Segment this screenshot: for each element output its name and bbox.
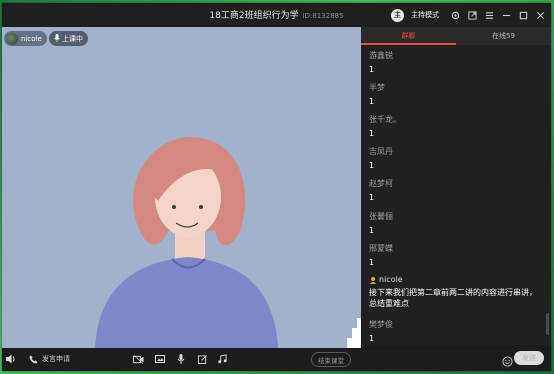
message-text: 1 xyxy=(369,161,375,170)
host-crown-icon xyxy=(370,276,376,284)
share-icon[interactable] xyxy=(467,10,477,20)
settings-icon[interactable] xyxy=(450,10,460,20)
title-bar: 18工商2班组织行为学 ID:8132885 主 主持模式 xyxy=(2,3,551,27)
chat-message: 半梦 1 xyxy=(369,82,539,107)
screen-share-icon[interactable] xyxy=(155,353,165,365)
class-name: 18工商2班组织行为学 xyxy=(209,11,299,21)
host-mode-icon[interactable]: 主 xyxy=(391,8,404,22)
sender-name: 吉凤丹 xyxy=(369,147,393,156)
sender-name: 游鑫锐 xyxy=(369,51,393,60)
edit-icon[interactable] xyxy=(198,353,207,365)
message-text: 1 xyxy=(369,65,375,74)
chat-message: 邢蒙蝶 1 xyxy=(369,243,539,268)
end-class-button[interactable]: 结束课堂 xyxy=(311,352,351,367)
phone-icon xyxy=(29,354,38,364)
user-name: nicole xyxy=(21,34,42,43)
chat-message: 张馨俪 1 xyxy=(369,211,539,236)
sidebar-tabs: 群聊 在线59 xyxy=(361,27,551,45)
message-text: 1 xyxy=(369,97,375,106)
message-text: 1 xyxy=(369,334,375,343)
microphone-icon xyxy=(54,33,60,44)
placeholder-avatar-illustration xyxy=(95,137,278,348)
menu-icon[interactable] xyxy=(484,10,494,20)
chat-input[interactable] xyxy=(367,351,506,367)
sender-name: 半梦 xyxy=(369,83,385,92)
music-icon[interactable] xyxy=(218,353,227,365)
request-speak-button[interactable]: 发言申请 xyxy=(29,353,70,365)
room-id: ID:8132885 xyxy=(302,12,344,20)
chat-input-bar: 发送 xyxy=(361,345,551,371)
tab-group-chat[interactable]: 群聊 xyxy=(361,27,456,45)
chat-list: 游鑫锐 1 半梦 1 张千龙。 1 吉凤丹 1 赵梦柯 1 张馨俪 1 邢蒙蝶 … xyxy=(361,45,545,345)
microphone-button-icon[interactable] xyxy=(177,353,185,365)
class-status-label: 上课中 xyxy=(62,34,83,43)
chat-scrollbar[interactable] xyxy=(546,313,549,335)
message-text: 1 xyxy=(369,258,375,267)
message-text: 接下来我们把第二章前两二讲的内容进行串讲，总结重难点 xyxy=(369,288,537,308)
avatar xyxy=(6,32,18,45)
class-status-badge: 上课中 xyxy=(49,31,88,46)
message-text: 1 xyxy=(369,226,375,235)
bottom-toolbar: 发言申请 结束课堂 xyxy=(2,348,361,371)
sender-name: 张馨俪 xyxy=(369,212,393,221)
message-text: 1 xyxy=(369,193,375,202)
sender-name: 张千龙。 xyxy=(369,115,401,124)
sender-name: 邢蒙蝶 xyxy=(369,244,393,253)
message-text: 1 xyxy=(369,129,375,138)
user-tag: nicole xyxy=(4,31,47,46)
emoji-icon[interactable] xyxy=(502,352,513,367)
request-speak-label: 发言申请 xyxy=(42,355,70,363)
sender-name: nicole xyxy=(379,275,403,284)
step-decoration xyxy=(347,318,361,348)
chat-message: 吉凤丹 1 xyxy=(369,146,539,171)
chat-sidebar: 群聊 在线59 游鑫锐 1 半梦 1 张千龙。 1 吉凤丹 1 赵梦柯 1 张馨… xyxy=(361,27,551,371)
close-icon[interactable] xyxy=(535,10,545,20)
minimize-icon[interactable] xyxy=(501,10,511,20)
speaker-icon[interactable] xyxy=(6,353,17,365)
video-area: nicole 上课中 xyxy=(2,27,361,348)
maximize-icon[interactable] xyxy=(518,10,528,20)
chat-message: 赵梦柯 1 xyxy=(369,178,539,203)
chat-message: 游鑫锐 1 xyxy=(369,50,539,75)
sender-name: 樊梦俊 xyxy=(369,320,393,329)
tab-online[interactable]: 在线59 xyxy=(456,27,551,45)
host-mode-label[interactable]: 主持模式 xyxy=(411,10,439,20)
sender-name: 赵梦柯 xyxy=(369,179,393,188)
send-button[interactable]: 发送 xyxy=(514,351,544,365)
chat-message: 张千龙。 1 xyxy=(369,114,539,139)
chat-message: 樊梦俊 1 xyxy=(369,319,539,344)
chat-message-host: nicole 接下来我们把第二章前两二讲的内容进行串讲，总结重难点 xyxy=(369,275,539,309)
camera-icon[interactable] xyxy=(133,353,144,365)
host-sender: nicole xyxy=(369,275,539,284)
classroom-window: 18工商2班组织行为学 ID:8132885 主 主持模式 nicole 上课中… xyxy=(2,3,551,371)
